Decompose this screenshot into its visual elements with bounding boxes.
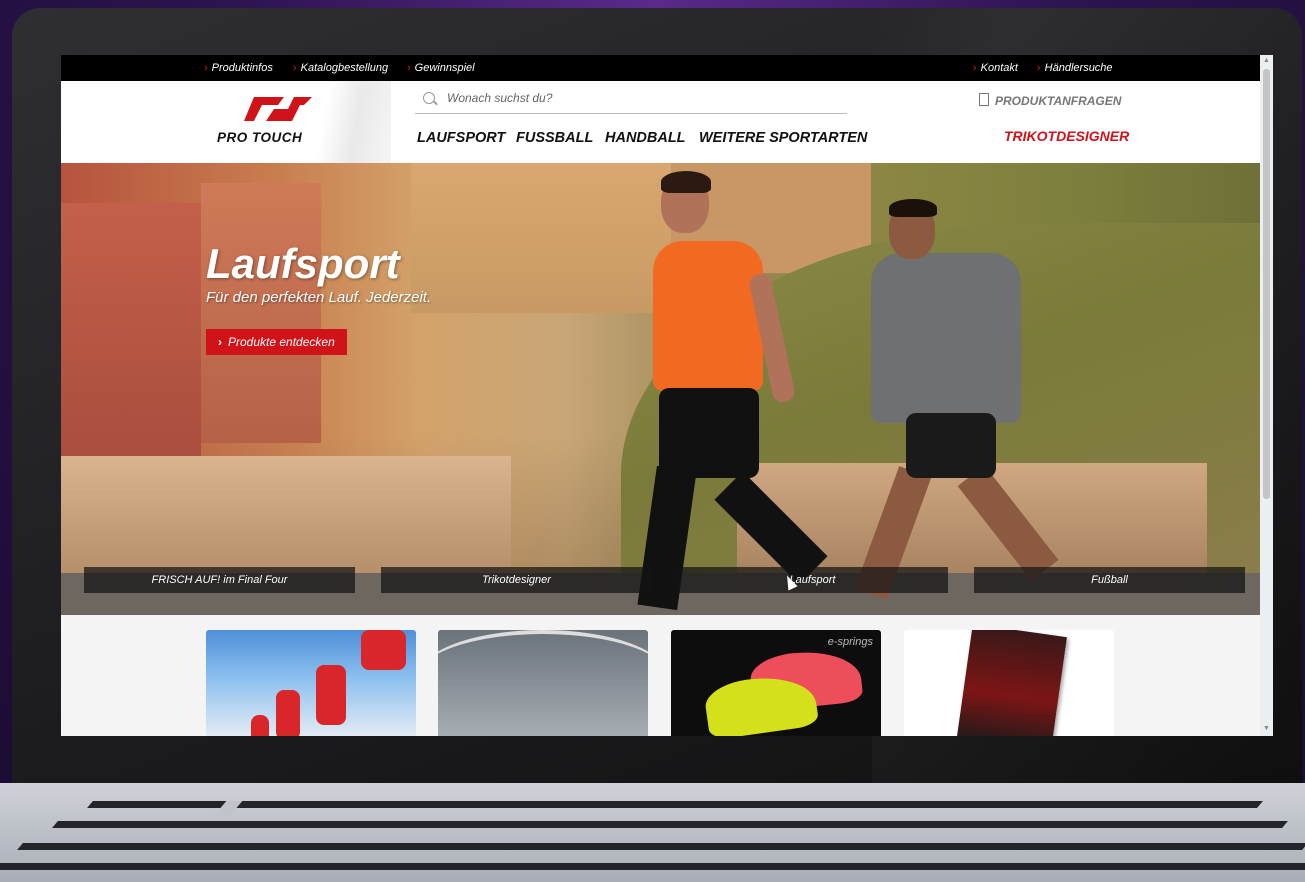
keyboard-stripe [52, 821, 1288, 828]
catalog-image [956, 630, 1067, 736]
logo-text: PRO TOUCH [217, 130, 303, 145]
chevron-right-icon: › [204, 62, 208, 74]
scrollbar-thumb[interactable] [1263, 69, 1270, 499]
link-katalogbestellung[interactable]: › Katalogbestellung [293, 62, 388, 74]
hero-title: Laufsport [206, 240, 400, 287]
document-icon [979, 93, 989, 106]
nav-fussball[interactable]: FUSSBALL [516, 130, 593, 146]
scroll-up-icon[interactable]: ▲ [1263, 57, 1270, 64]
trikotdesigner-link[interactable]: TRIKOTDESIGNER [1004, 128, 1129, 144]
link-label: Kontakt [980, 62, 1018, 74]
keyboard-stripe [87, 801, 1263, 808]
chevron-right-icon: › [973, 62, 977, 74]
arena-image [438, 630, 648, 724]
teaser-tile-catalog[interactable] [904, 630, 1114, 736]
player-image [361, 630, 406, 670]
search-icon[interactable] [423, 92, 435, 104]
link-haendlersuche[interactable]: › Händlersuche [1037, 62, 1113, 74]
scrollbar[interactable]: ▲ ▼ [1260, 55, 1273, 736]
teaser-tile-shoes[interactable]: e-springs [671, 630, 881, 736]
link-label: Gewinnspiel [414, 62, 475, 74]
link-label: Händlersuche [1044, 62, 1113, 74]
hero-background [61, 203, 201, 463]
link-label: Produktinfos [211, 62, 273, 74]
browser-viewport: › Produktinfos › Katalogbestellung › Gewinn… [61, 55, 1273, 736]
player-image [251, 715, 269, 736]
nav-weitere-sportarten[interactable]: WEITERE SPORTARTEN [699, 130, 867, 146]
site-header: PRO TOUCH LAUFSPORT FUSSBALL HANDBALL WE… [61, 81, 1260, 164]
chevron-right-icon: › [1037, 62, 1041, 74]
teaser-tile-running-arena[interactable] [438, 630, 648, 736]
player-image [276, 690, 300, 736]
logo[interactable]: PRO TOUCH [61, 81, 391, 163]
hero-slider: Laufsport Für den perfekten Lauf. Jederz… [61, 163, 1260, 615]
teaser-section: e-springs [61, 615, 1260, 736]
product-requests-link[interactable]: PRODUKTANFRAGEN [979, 93, 1121, 108]
top-bar: › Produktinfos › Katalogbestellung › Gewinn… [61, 55, 1260, 81]
hero-subtitle: Für den perfekten Lauf. Jederzeit. [206, 289, 432, 306]
hero-text: Laufsport Für den perfekten Lauf. Jederz… [206, 240, 432, 307]
pro-touch-logo-icon [244, 97, 312, 121]
link-kontakt[interactable]: › Kontakt [973, 62, 1018, 74]
link-label: Katalogbestellung [300, 62, 389, 74]
search-input[interactable] [445, 90, 829, 106]
laptop-keyboard-base [0, 783, 1305, 882]
button-label: Produkte entdecken [228, 335, 335, 349]
link-produktinfos[interactable]: › Produktinfos [204, 62, 273, 74]
search-bar[interactable] [415, 87, 847, 114]
hero-background [61, 456, 511, 576]
scroll-down-icon[interactable]: ▼ [1263, 725, 1270, 732]
chevron-right-icon: › [218, 335, 222, 349]
hero-background [201, 183, 321, 443]
slide-tab-final-four[interactable]: FRISCH AUF! im Final Four [84, 567, 355, 593]
keyboard-stripe [17, 843, 1305, 850]
nav-handball[interactable]: HANDBALL [605, 130, 686, 146]
slide-tab-fussball[interactable]: Fußball [974, 567, 1245, 593]
nav-laufsport[interactable]: LAUFSPORT [417, 130, 505, 146]
discover-products-button[interactable]: › Produkte entdecken [206, 329, 347, 355]
slide-tab-trikotdesigner[interactable]: Trikotdesigner [381, 567, 652, 593]
link-gewinnspiel[interactable]: › Gewinnspiel [407, 62, 475, 74]
shoe-brand-label: e-springs [827, 636, 873, 648]
hero-background [411, 163, 671, 313]
slide-tab-laufsport[interactable]: Laufsport [677, 567, 948, 593]
teaser-tile-football[interactable] [206, 630, 416, 736]
chevron-right-icon: › [407, 62, 411, 74]
chevron-right-icon: › [293, 62, 297, 74]
player-image [316, 665, 346, 725]
keyboard-stripe [0, 863, 1305, 870]
product-requests-label: PRODUKTANFRAGEN [995, 94, 1122, 108]
